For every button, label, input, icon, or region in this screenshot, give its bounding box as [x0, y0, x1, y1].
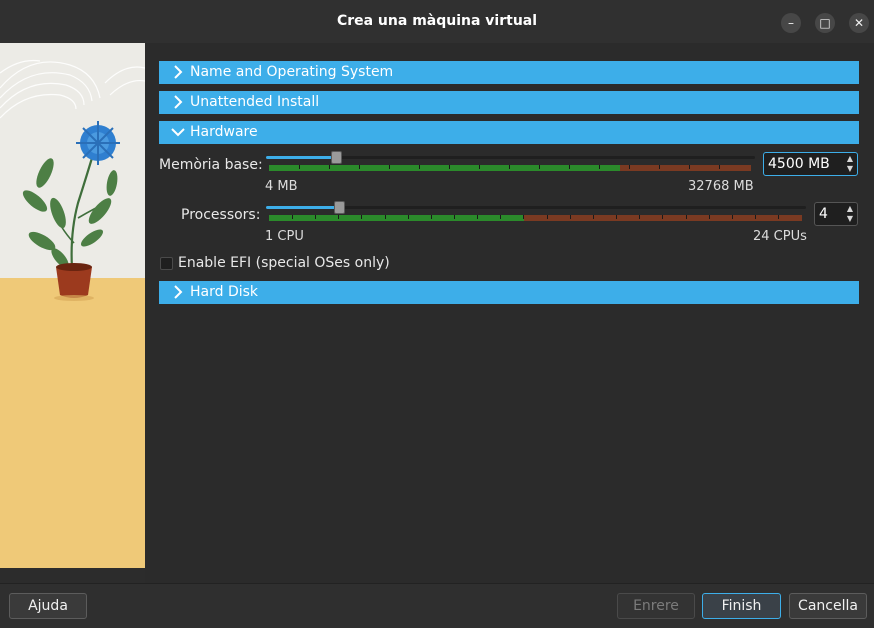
window-title: Crea una màquina virtual — [336, 13, 538, 29]
processors-ticks — [269, 215, 802, 221]
processors-slider-groove — [266, 206, 806, 209]
cancel-button[interactable]: Cancella — [789, 593, 867, 619]
plant-illustration — [0, 43, 145, 568]
memory-ticks — [269, 165, 751, 171]
wizard-illustration — [0, 43, 145, 568]
memory-spinbox[interactable]: 4500 MB ▲ ▼ — [763, 152, 858, 176]
title-bar: Crea una màquina virtual – □ ✕ — [0, 0, 874, 44]
help-button[interactable]: Ajuda — [9, 593, 87, 619]
spin-up-icon[interactable]: ▲ — [844, 204, 856, 214]
close-button[interactable]: ✕ — [849, 13, 869, 33]
efi-checkbox[interactable] — [160, 257, 173, 270]
processors-min-label: 1 CPU — [265, 229, 304, 244]
processors-label: Processors: — [181, 207, 261, 223]
processors-spinbox[interactable]: 4 ▲ ▼ — [814, 202, 858, 226]
memory-min-label: 4 MB — [265, 179, 298, 194]
processors-max-label: 24 CPUs — [753, 229, 807, 244]
chevron-down-icon — [171, 128, 185, 137]
section-hardware[interactable]: Hardware — [159, 121, 859, 144]
memory-value[interactable]: 4500 MB — [768, 156, 830, 172]
memory-max-label: 32768 MB — [688, 179, 754, 194]
spin-up-icon[interactable]: ▲ — [844, 154, 856, 164]
wizard-content: Name and Operating System Unattended Ins… — [145, 43, 874, 583]
section-hardware-label: Hardware — [190, 124, 258, 140]
back-button[interactable]: Enrere — [617, 593, 695, 619]
section-name-and-os[interactable]: Name and Operating System — [159, 61, 859, 84]
spin-down-icon[interactable]: ▼ — [844, 214, 856, 224]
memory-slider-fill — [266, 156, 332, 159]
processors-spin-arrows: ▲ ▼ — [844, 204, 856, 224]
section-unattended-install[interactable]: Unattended Install — [159, 91, 859, 114]
maximize-button[interactable]: □ — [815, 13, 835, 33]
processors-slider-fill — [266, 206, 336, 209]
spin-down-icon[interactable]: ▼ — [844, 164, 856, 174]
memory-spin-arrows: ▲ ▼ — [844, 154, 856, 174]
button-bar: Ajuda Enrere Finish Cancella — [0, 583, 874, 628]
section-hard-disk-label: Hard Disk — [190, 284, 259, 300]
processors-value[interactable]: 4 — [819, 206, 828, 222]
section-hard-disk[interactable]: Hard Disk — [159, 281, 859, 304]
minimize-button[interactable]: – — [781, 13, 801, 33]
efi-label[interactable]: Enable EFI (special OSes only) — [178, 255, 390, 271]
section-unattended-install-label: Unattended Install — [190, 94, 320, 110]
memory-slider-handle[interactable] — [331, 151, 342, 164]
memory-label: Memòria base: — [159, 157, 263, 173]
finish-button[interactable]: Finish — [702, 593, 781, 619]
chevron-right-icon — [174, 65, 183, 79]
processors-slider-handle[interactable] — [334, 201, 345, 214]
section-name-and-os-label: Name and Operating System — [190, 64, 394, 80]
chevron-right-icon — [174, 95, 183, 109]
chevron-right-icon — [174, 285, 183, 299]
